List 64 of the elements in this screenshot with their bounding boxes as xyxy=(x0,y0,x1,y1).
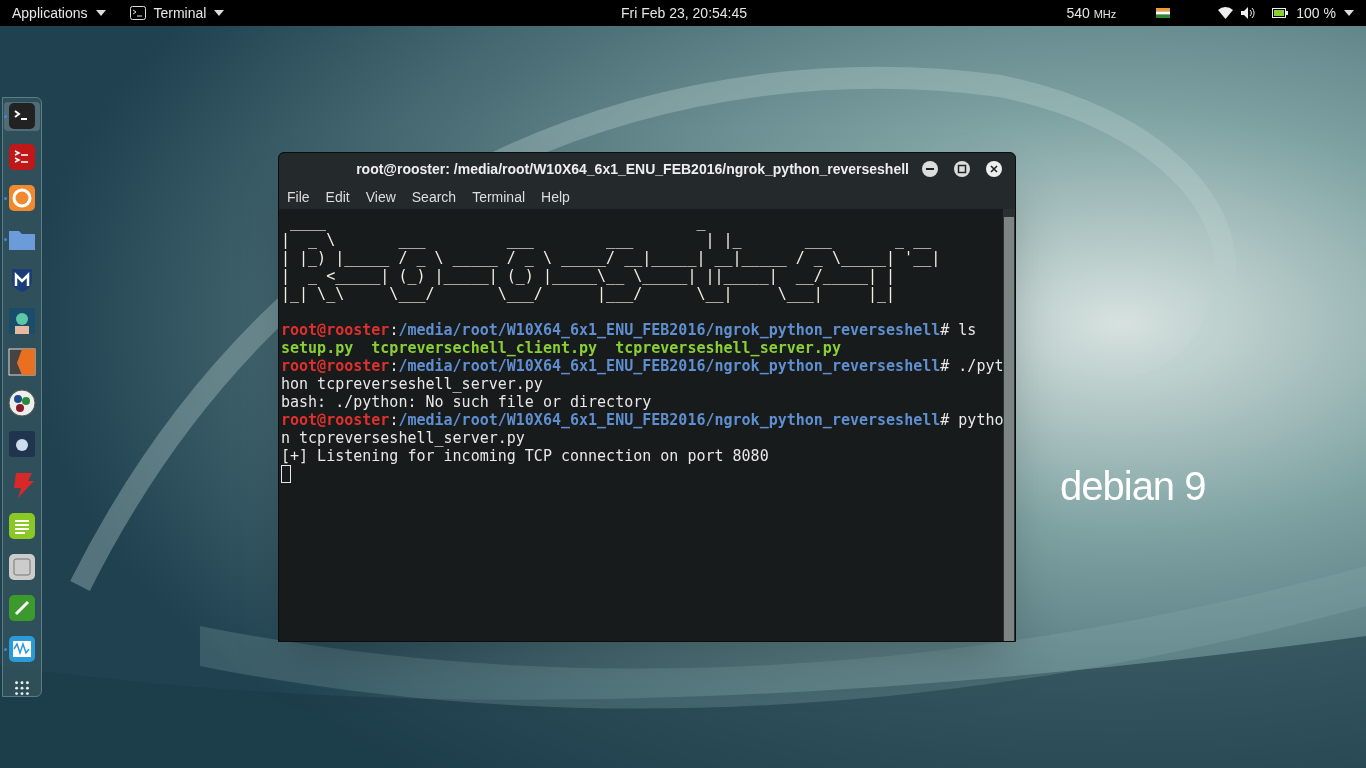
terminal-icon xyxy=(8,143,36,172)
terminal-text: hon tcpreverseshell_server.py xyxy=(281,375,543,393)
menu-item[interactable]: Help xyxy=(541,186,570,208)
scrollbar[interactable] xyxy=(1003,209,1015,641)
terminal-text: : xyxy=(389,321,399,339)
battery-menu[interactable]: 100 % xyxy=(1296,2,1354,24)
app-icon xyxy=(8,430,36,459)
terminal-text: root@rooster xyxy=(281,411,390,429)
app-icon xyxy=(8,348,36,377)
maximize-icon[interactable] xyxy=(953,160,971,178)
terminal-text: /media/root/W10X64_6x1_ENU_FEB2016/ngrok_python_reverseshell xyxy=(398,357,941,375)
cursor xyxy=(281,465,291,483)
terminal-icon xyxy=(129,6,146,20)
ascii-banner-line: ____ _ xyxy=(289,213,706,231)
ascii-banner-line: | |_) |_____ / _ \ _____ / _ \ _____/ __|_____| __|_____ / _ \_____| '__| xyxy=(281,249,941,267)
menu-item[interactable]: Search xyxy=(411,186,457,208)
applications-menu[interactable]: Applications xyxy=(12,2,106,24)
terminal-text: setup.py tcpreversechell_client.py tcpreverseshell_server.py xyxy=(281,339,841,357)
menu-item[interactable]: File xyxy=(287,186,310,208)
flag-icon xyxy=(1156,8,1171,18)
terminal-text: root@rooster xyxy=(281,321,390,339)
ascii-banner-line: | _ \ ___ ___ ___ | |_ ___ _ __ xyxy=(281,231,932,249)
terminal-icon xyxy=(8,102,36,131)
terminal-text: : xyxy=(389,357,399,375)
avatar-icon xyxy=(8,307,36,336)
terminal-text: /media/root/W10X64_6x1_ENU_FEB2016/ngrok_python_reverseshell xyxy=(398,321,941,339)
menu-item[interactable]: Edit xyxy=(325,186,350,208)
caret-icon xyxy=(1344,10,1354,16)
terminal-text: # ./pyt xyxy=(940,357,1004,375)
running-indicator xyxy=(4,115,7,118)
app-menu[interactable]: Terminal xyxy=(129,2,225,24)
volume-icon[interactable] xyxy=(1241,7,1257,19)
close-icon[interactable] xyxy=(985,160,1003,178)
ascii-banner-line: | _ <_____| (_) |_____| (_) |_____\__ \_____| ||_____| __/_____| | xyxy=(281,267,896,285)
running-indicator xyxy=(4,647,7,651)
running-indicator xyxy=(4,196,7,200)
wifi-icon[interactable] xyxy=(1218,7,1234,19)
menu-item[interactable]: Terminal xyxy=(472,186,526,208)
menu-item[interactable]: View xyxy=(365,186,396,208)
minimize-icon[interactable] xyxy=(921,160,939,178)
ascii-banner-line: |_| \_\ \___/ \___/ |___/ \__| \___| |_| xyxy=(281,285,896,303)
window-title: root@rooster: /media/root/W10X64_6x1_ENU_FEB2016/ngrok_python_reverseshell xyxy=(355,159,910,179)
terminal-text: bash: ./python: No such file or directory xyxy=(281,393,652,411)
terminal-text: : xyxy=(389,411,399,429)
notes-icon xyxy=(8,512,36,541)
terminal-text: /media/root/W10X64_6x1_ENU_FEB2016/ngrok_python_reverseshell xyxy=(398,411,941,429)
desktop-logo-text: debian 9 xyxy=(1060,463,1206,510)
terminal-text: # pytho xyxy=(940,411,1004,429)
dock-item[interactable] xyxy=(4,102,40,131)
battery-icon[interactable] xyxy=(1272,8,1289,18)
monitor-icon xyxy=(8,635,36,664)
browser-icon xyxy=(8,184,36,213)
terminal-text: root@rooster xyxy=(281,357,390,375)
terminal-text: # ls xyxy=(940,321,977,339)
running-indicator xyxy=(4,237,7,241)
circles-icon xyxy=(8,389,36,418)
terminal-text: n tcpreverseshell_server.py xyxy=(281,429,525,447)
scrollbar-thumb[interactable] xyxy=(1004,217,1014,641)
cpu-frequency: 540 MHz xyxy=(1066,3,1117,23)
caret-icon xyxy=(214,10,225,16)
caret-icon xyxy=(95,10,106,16)
terminal-text: [+] Listening for incoming TCP connection on port 8080 xyxy=(281,447,769,465)
app-grid-icon[interactable] xyxy=(13,679,31,697)
clock[interactable]: Fri Feb 23, 20:54:45 xyxy=(621,2,748,24)
